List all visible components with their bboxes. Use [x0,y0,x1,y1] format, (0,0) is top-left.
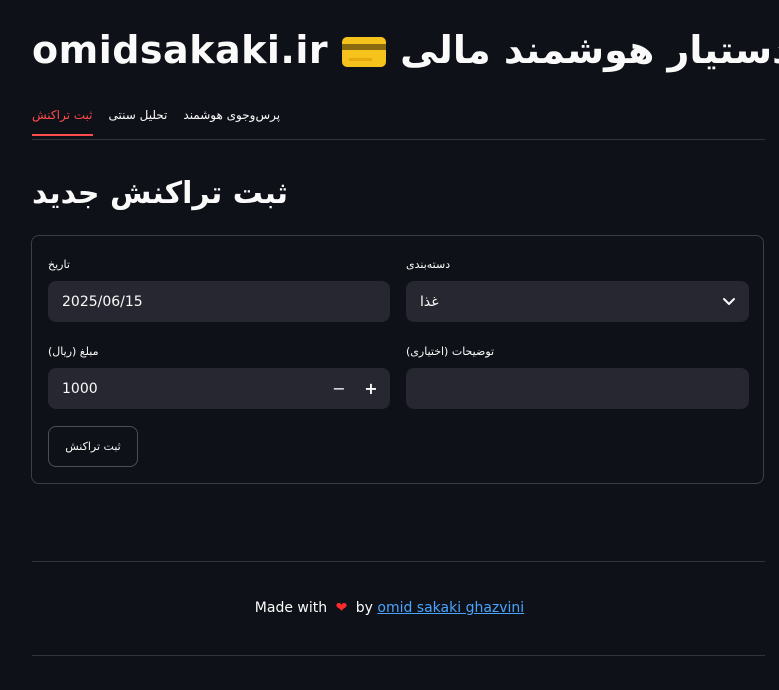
credit-card-icon [342,37,387,67]
footer-divider-top [32,561,765,562]
submit-transaction-button[interactable]: ثبت تراکنش [48,426,138,467]
author-link[interactable]: omid sakaki ghazvini [377,600,524,616]
footer: Made with ❤ by omid sakaki ghazvini [0,600,779,616]
tab-smart-query[interactable]: پرس‌وجوی هوشمند [183,108,280,136]
date-value: 2025/06/15 [62,293,143,310]
amount-value: 1000 [62,380,98,397]
footer-made-with: Made with [254,600,328,616]
tab-divider [32,139,765,140]
tab-bar: ثبت تراکنش تحلیل سنتی پرس‌وجوی هوشمند [32,108,280,136]
heart-icon: ❤ [335,600,348,616]
section-heading: ثبت تراکنش جدید [32,176,289,211]
amount-label: مبلغ (ریال) [48,345,99,358]
page-title: omidsakaki.ir دستیار هوشمند مالی [32,28,779,72]
amount-input[interactable]: 1000 − + [48,368,390,409]
transaction-form: تاریخ 2025/06/15 دسته‌بندی غذا مبلغ (ریا… [31,235,764,484]
category-value: غذا [420,293,439,310]
title-site: omidsakaki.ir [32,28,329,72]
footer-by: by [355,600,373,616]
decrement-button[interactable]: − [324,368,354,409]
category-label: دسته‌بندی [406,258,451,271]
date-input[interactable]: 2025/06/15 [48,281,390,322]
chevron-down-icon [723,298,735,305]
increment-button[interactable]: + [356,368,386,409]
date-label: تاریخ [48,258,70,271]
category-select[interactable]: غذا [406,281,749,322]
tab-register-transaction[interactable]: ثبت تراکنش [32,108,93,136]
description-input[interactable] [406,368,749,409]
description-label: توضیحات (اختیاری) [406,345,495,358]
footer-divider-bottom [32,655,765,656]
tab-traditional-analysis[interactable]: تحلیل سنتی [109,108,168,136]
title-app: دستیار هوشمند مالی [400,28,779,72]
